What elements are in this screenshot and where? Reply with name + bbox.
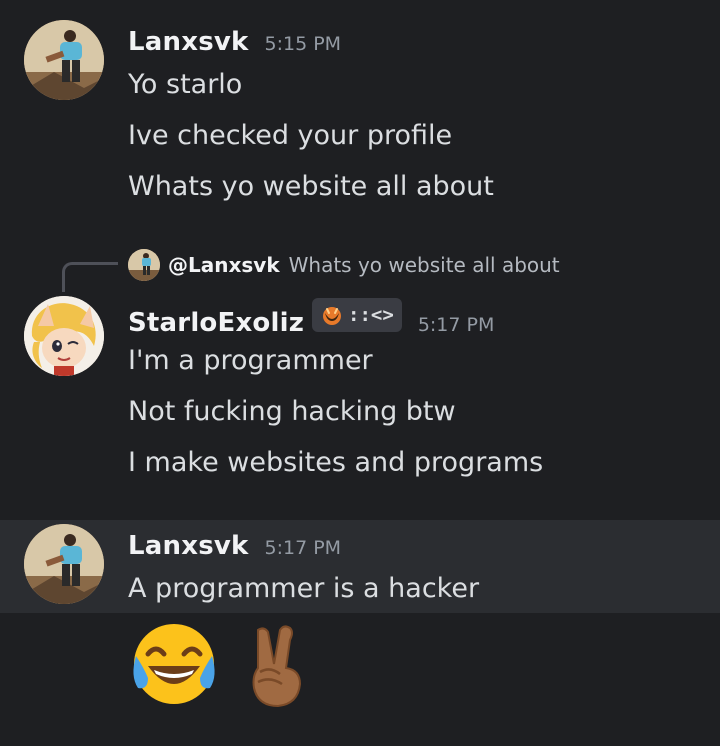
reply-author[interactable]: @Lanxsvk bbox=[168, 253, 280, 277]
message-text: Whats yo website all about bbox=[128, 171, 494, 202]
username[interactable]: StarloExoliz bbox=[128, 308, 304, 338]
timestamp[interactable]: 5:15 PM bbox=[265, 33, 342, 55]
clan-badge-icon bbox=[320, 303, 344, 327]
username[interactable]: Lanxsvk bbox=[128, 531, 249, 561]
message-header: Lanxsvk 5:17 PM bbox=[128, 531, 341, 561]
avatar-image bbox=[24, 20, 104, 100]
reply-spine bbox=[62, 262, 118, 292]
username[interactable]: Lanxsvk bbox=[128, 27, 249, 57]
message-text: Yo starlo bbox=[128, 69, 243, 100]
victory-hand-emoji-icon[interactable] bbox=[228, 616, 324, 712]
message-text: I make websites and programs bbox=[128, 447, 544, 478]
message-text: I'm a programmer bbox=[128, 345, 373, 376]
avatar-image bbox=[24, 296, 104, 376]
reply-avatar-image bbox=[128, 249, 160, 281]
avatar-starloexoliz[interactable] bbox=[24, 296, 104, 376]
avatar-lanxsvk[interactable] bbox=[24, 524, 104, 604]
avatar-image bbox=[24, 524, 104, 604]
reply-preview[interactable]: @Lanxsvk Whats yo website all about bbox=[128, 249, 560, 281]
clan-tag-text: ::<> bbox=[348, 304, 394, 326]
reply-avatar bbox=[128, 249, 160, 281]
message-header: Lanxsvk 5:15 PM bbox=[128, 27, 341, 57]
joy-emoji-icon[interactable] bbox=[126, 616, 222, 712]
message-text: A programmer is a hacker bbox=[128, 573, 480, 604]
message-text: Ive checked your profile bbox=[128, 120, 453, 151]
chat-log: Lanxsvk 5:15 PM Yo starlo Ive checked yo… bbox=[0, 0, 720, 746]
reply-text[interactable]: Whats yo website all about bbox=[289, 253, 560, 277]
message-header: StarloExoliz ::<> 5:17 PM bbox=[128, 298, 495, 338]
timestamp[interactable]: 5:17 PM bbox=[418, 314, 495, 336]
timestamp[interactable]: 5:17 PM bbox=[265, 537, 342, 559]
avatar-lanxsvk[interactable] bbox=[24, 20, 104, 100]
clan-tag[interactable]: ::<> bbox=[312, 298, 402, 332]
message-text: Not fucking hacking btw bbox=[128, 396, 456, 427]
